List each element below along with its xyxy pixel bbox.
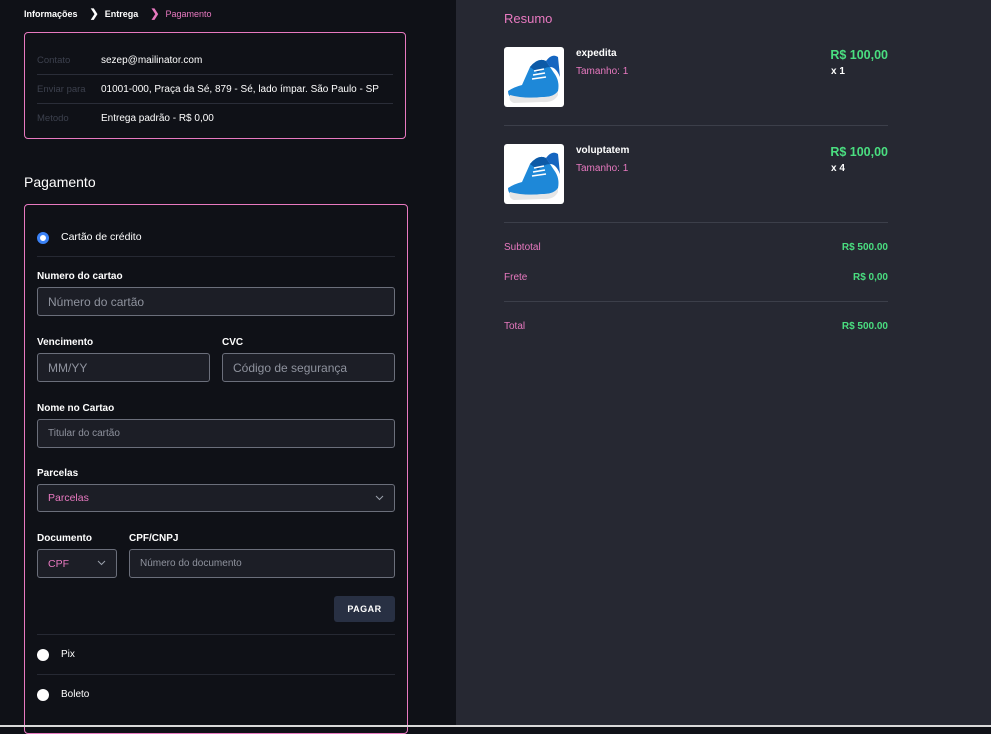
breadcrumb-entrega[interactable]: Entrega [105,9,139,19]
summary-title: Resumo [504,11,553,26]
breadcrumb-pagamento: Pagamento [165,9,212,19]
holder-input[interactable]: Titular do cartão [37,419,395,448]
product-image [504,144,564,204]
cart-item: expedita Tamanho: 1 R$ 100,00 x 1 [504,47,888,107]
chevron-down-icon [375,495,384,501]
installments-label: Parcelas [37,468,79,479]
info-key: Contato [37,54,71,66]
info-key: Enviar para [37,83,86,95]
chevron-right-icon: ❯ [89,7,99,20]
order-info-box: Contato sezep@mailinator.com Enviar para… [24,32,406,139]
doc-number-label: CPF/CNPJ [129,533,179,544]
document-type-value: CPF [48,557,69,570]
info-row-contact: Contato sezep@mailinator.com [37,46,393,75]
card-number-input[interactable]: Número do cartão [37,287,395,316]
divider [504,301,888,302]
boleto-radio[interactable] [37,689,49,701]
summary-panel: Resumo expedita Tamanho: 1 R$ 100,00 x 1 [456,0,991,725]
pix-radio[interactable] [37,649,49,661]
checkout-panel: Informações ❯ Entrega ❯ Pagamento Contat… [0,0,456,734]
item-size: Tamanho: 1 [576,66,629,77]
divider [504,222,888,223]
credit-card-label[interactable]: Cartão de crédito [61,231,142,243]
item-price: R$ 100,00 [830,48,888,62]
divider [37,634,395,635]
shipping-label: Frete [504,272,528,283]
cvc-input[interactable]: Código de segurança [222,353,395,382]
pix-label[interactable]: Pix [61,649,75,660]
pay-button[interactable]: PAGAR [334,596,395,622]
holder-label: Nome no Cartao [37,403,115,414]
item-size: Tamanho: 1 [576,163,629,174]
item-price: R$ 100,00 [830,145,888,159]
boleto-label[interactable]: Boleto [61,689,89,700]
item-quantity: x 1 [831,66,845,77]
expiry-label: Vencimento [37,337,94,348]
payment-title: Pagamento [24,174,96,190]
info-key: Metodo [37,112,69,124]
item-name: expedita [576,48,617,59]
info-value: 01001-000, Praça da Sé, 879 - Sé, lado í… [101,83,379,95]
total-label: Total [504,321,526,332]
card-number-label: Numero do cartao [37,271,123,282]
breadcrumb-informacoes[interactable]: Informações [24,9,78,19]
divider [37,674,395,675]
cart-item: voluptatem Tamanho: 1 R$ 100,00 x 4 [504,144,888,204]
item-quantity: x 4 [831,163,845,174]
chevron-right-icon: ❯ [150,7,160,20]
divider [504,125,888,126]
divider [37,256,395,257]
doc-number-input[interactable]: Número do documento [129,549,395,578]
expiry-input[interactable]: MM/YY [37,353,210,382]
installments-value: Parcelas [48,492,89,504]
document-label: Documento [37,533,92,544]
subtotal-value: R$ 500.00 [841,242,888,253]
shipping-value: R$ 0,00 [852,272,888,283]
installments-select[interactable]: Parcelas [37,484,395,512]
chevron-down-icon [97,560,106,566]
payment-box: Cartão de crédito Numero do cartao Númer… [24,204,408,734]
document-type-select[interactable]: CPF [37,549,117,578]
cvc-label: CVC [222,337,244,348]
credit-card-radio[interactable] [37,232,49,244]
item-name: voluptatem [576,145,630,156]
subtotal-label: Subtotal [504,242,541,253]
info-row-ship-to: Enviar para 01001-000, Praça da Sé, 879 … [37,75,393,104]
info-value: Entrega padrão - R$ 0,00 [101,112,214,124]
info-value: sezep@mailinator.com [101,54,203,66]
breadcrumb: Informações ❯ Entrega ❯ Pagamento [24,7,212,20]
product-image [504,47,564,107]
total-value: R$ 500.00 [841,321,888,332]
info-row-method: Metodo Entrega padrão - R$ 0,00 [37,104,393,132]
